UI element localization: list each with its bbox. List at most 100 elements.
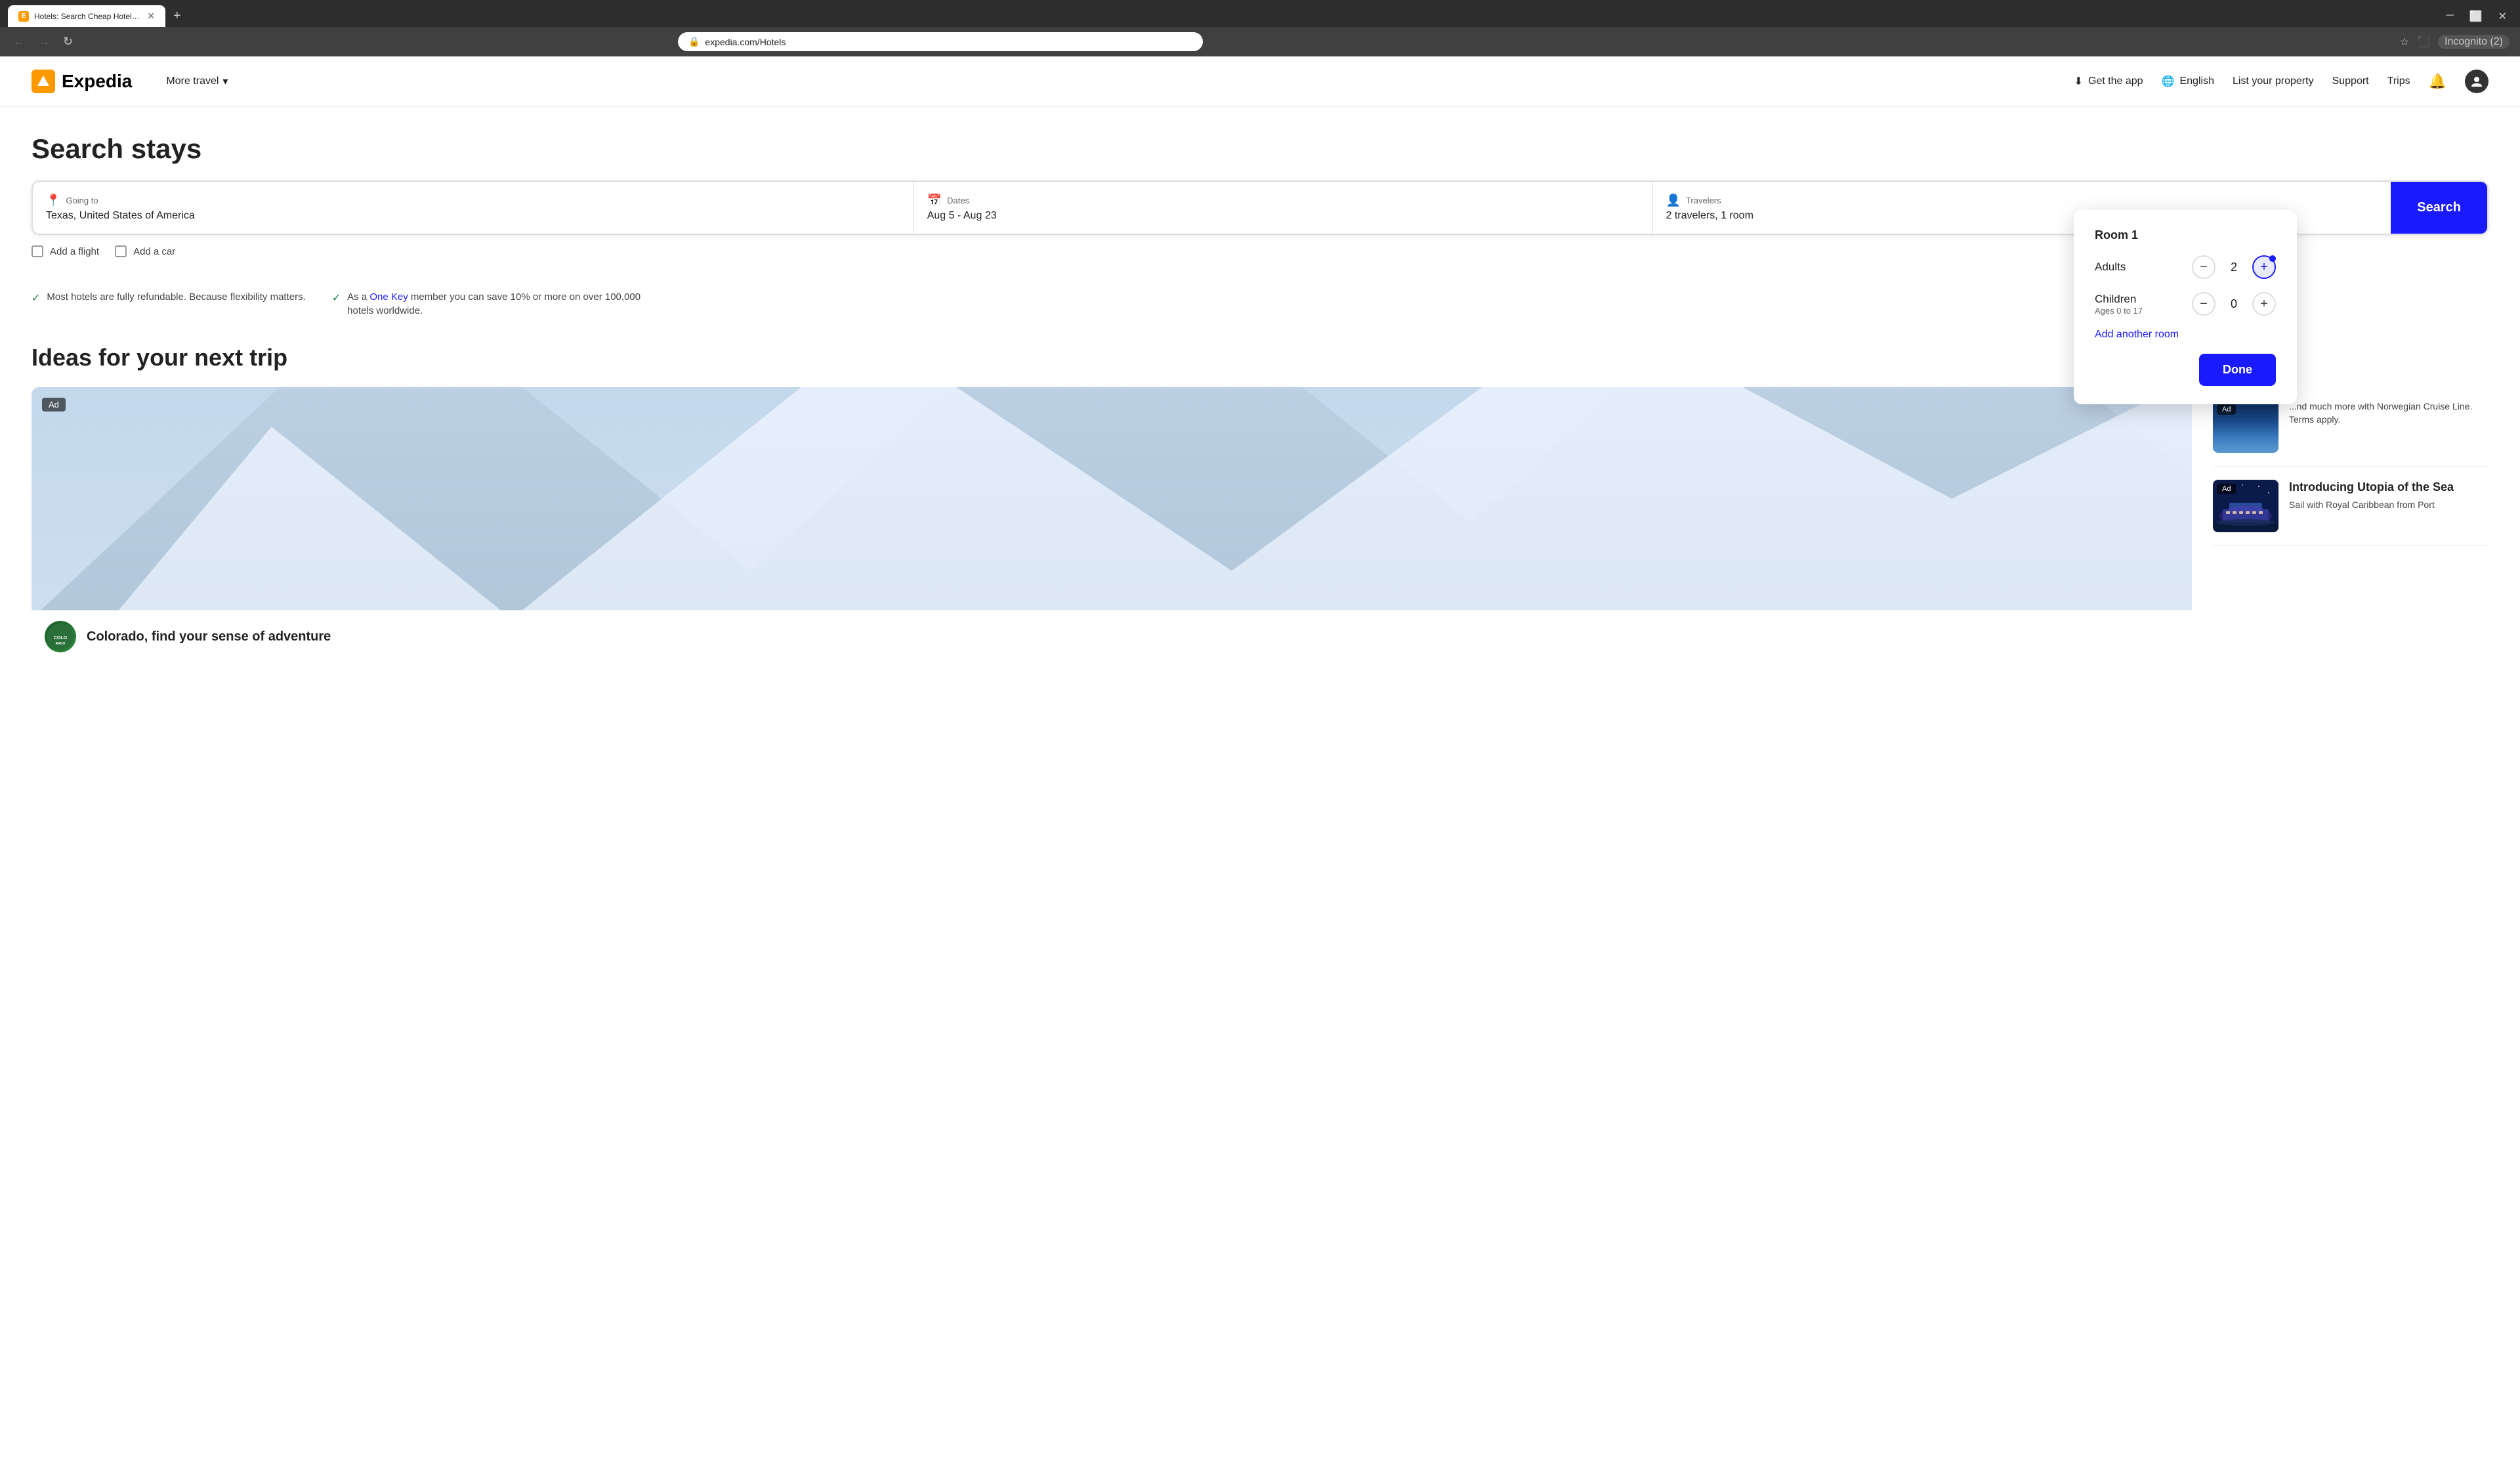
expedia-logo[interactable]: Expedia: [32, 70, 132, 93]
utopia-card-desc: Sail with Royal Caribbean from Port: [2289, 499, 2488, 512]
destination-label: 📍 Going to: [46, 194, 900, 207]
travelers-label: 👤 Travelers: [1666, 194, 2378, 207]
site-header: Expedia More travel ▾ ⬇ Get the app 🌐 En…: [0, 56, 2520, 107]
tab-title: Hotels: Search Cheap Hotels, ...: [34, 12, 142, 21]
search-button[interactable]: Search: [2391, 182, 2487, 234]
address-text: expedia.com/Hotels: [705, 37, 786, 47]
dates-label: 📅 Dates: [927, 194, 1639, 207]
destination-value: Texas, United States of America: [46, 210, 900, 222]
language-label: English: [2179, 75, 2214, 87]
browser-actions: ☆ ⬛ Incognito (2): [2400, 35, 2510, 49]
add-another-room-link[interactable]: Add another room: [2095, 329, 2276, 341]
close-window-button[interactable]: ✕: [2493, 7, 2512, 26]
browser-tab-active[interactable]: E Hotels: Search Cheap Hotels, ... ✕: [8, 5, 165, 27]
get-app-label: Get the app: [2088, 75, 2143, 87]
lock-icon: 🔒: [688, 36, 700, 47]
get-app-button[interactable]: ⬇ Get the app: [2074, 75, 2143, 88]
trips-link[interactable]: Trips: [2387, 75, 2410, 87]
user-avatar[interactable]: [2465, 70, 2488, 93]
logo-text: Expedia: [62, 71, 132, 92]
add-flight-label: Add a flight: [50, 246, 99, 257]
list-property-link[interactable]: List your property: [2233, 75, 2314, 87]
refresh-button[interactable]: ↻: [60, 32, 75, 51]
tab-close-button[interactable]: ✕: [147, 11, 155, 22]
minimize-button[interactable]: ─: [2441, 7, 2458, 26]
children-counter-row: Children Ages 0 to 17 − 0 +: [2095, 292, 2276, 316]
norwegian-card-content: ...nd much more with Norwegian Cruise Li…: [2289, 400, 2488, 426]
svg-text:RADO: RADO: [56, 642, 66, 646]
travelers-dropdown: Room 1 Adults − 2 + Children Ages 0 to 1…: [2074, 210, 2297, 404]
tab-favicon: E: [18, 11, 29, 22]
back-button[interactable]: ←: [10, 32, 28, 51]
add-car-checkbox[interactable]: Add a car: [115, 245, 175, 257]
adults-label: Adults: [2095, 261, 2126, 274]
support-link[interactable]: Support: [2332, 75, 2369, 87]
location-pin-icon: 📍: [46, 194, 60, 207]
children-value: 0: [2226, 297, 2242, 311]
dates-field[interactable]: 📅 Dates Aug 5 - Aug 23: [914, 182, 1653, 234]
adults-decrement-button[interactable]: −: [2192, 255, 2216, 279]
globe-icon: 🌐: [2162, 75, 2175, 88]
browser-address-bar: ← → ↻ 🔒 expedia.com/Hotels ☆ ⬛ Incognito…: [0, 27, 2520, 56]
benefit-refundable-text: Most hotels are fully refundable. Becaus…: [47, 290, 305, 304]
browser-chrome: E Hotels: Search Cheap Hotels, ... ✕ + ─…: [0, 0, 2520, 56]
ad-badge-main: Ad: [42, 398, 66, 411]
utopia-card-content: Introducing Utopia of the Sea Sail with …: [2289, 480, 2488, 512]
benefit-one-key: ✓ As a One Key member you can save 10% o…: [332, 290, 660, 318]
content-grid: Ad: [32, 387, 2488, 663]
notifications-bell-icon[interactable]: 🔔: [2429, 73, 2446, 90]
colorado-logo: COLO RADO: [45, 621, 76, 652]
utopia-card-title: Introducing Utopia of the Sea: [2289, 480, 2488, 495]
window-controls: ─ ⬜ ✕: [2441, 7, 2512, 26]
more-travel-label: More travel: [166, 75, 219, 87]
children-decrement-button[interactable]: −: [2192, 292, 2216, 316]
browser-tab-bar: E Hotels: Search Cheap Hotels, ... ✕ + ─…: [0, 0, 2520, 27]
ad-card-caption: COLO RADO Colorado, find your sense of a…: [32, 610, 2192, 663]
adults-value: 2: [2226, 261, 2242, 274]
forward-button[interactable]: →: [35, 32, 52, 51]
search-title: Search stays: [32, 133, 2488, 165]
children-counter-controls: − 0 +: [2192, 292, 2276, 316]
new-tab-button[interactable]: +: [168, 6, 186, 26]
adults-increment-button[interactable]: +: [2252, 255, 2276, 279]
logo-icon: [32, 70, 55, 93]
chevron-down-icon: ▾: [222, 75, 228, 88]
add-car-label: Add a car: [133, 246, 175, 257]
utopia-ad-badge: Ad: [2217, 484, 2236, 494]
norwegian-card-desc: ...nd much more with Norwegian Cruise Li…: [2289, 400, 2488, 426]
add-flight-checkbox-box[interactable]: [32, 245, 43, 257]
download-icon: ⬇: [2074, 75, 2083, 88]
more-travel-button[interactable]: More travel ▾: [158, 70, 236, 93]
incognito-badge[interactable]: Incognito (2): [2438, 35, 2510, 49]
trips-label: Trips: [2387, 75, 2410, 87]
adults-counter-controls: − 2 +: [2192, 255, 2276, 279]
one-key-link[interactable]: One Key: [369, 291, 408, 303]
main-ad-image: [32, 387, 2192, 610]
utopia-side-card[interactable]: Ad Introducing Utopia of the Sea Sail wi…: [2213, 467, 2488, 546]
norwegian-card-image: Ad: [2213, 400, 2278, 453]
support-label: Support: [2332, 75, 2369, 87]
right-cards: Ad ...nd much more with Norwegian Cruise…: [2213, 387, 2488, 663]
restore-button[interactable]: ⬜: [2464, 7, 2488, 26]
calendar-icon: 📅: [927, 194, 942, 207]
done-button[interactable]: Done: [2199, 354, 2276, 386]
split-view-icon[interactable]: ⬛: [2417, 35, 2430, 49]
page-content: Expedia More travel ▾ ⬇ Get the app 🌐 En…: [0, 56, 2520, 1474]
list-property-label: List your property: [2233, 75, 2314, 87]
utopia-card-image: Ad: [2213, 480, 2278, 532]
ad-card-caption-text: Colorado, find your sense of adventure: [87, 629, 331, 644]
svg-text:COLO: COLO: [54, 636, 68, 641]
address-bar-input[interactable]: 🔒 expedia.com/Hotels: [678, 32, 1203, 51]
language-button[interactable]: 🌐 English: [2162, 75, 2214, 88]
children-label: Children Ages 0 to 17: [2095, 293, 2143, 316]
add-flight-checkbox[interactable]: Add a flight: [32, 245, 99, 257]
check-icon-2: ✓: [332, 291, 341, 306]
add-car-checkbox-box[interactable]: [115, 245, 127, 257]
check-icon: ✓: [32, 291, 40, 306]
children-increment-button[interactable]: +: [2252, 292, 2276, 316]
header-right: ⬇ Get the app 🌐 English List your proper…: [2074, 70, 2488, 93]
person-icon: 👤: [1666, 194, 1681, 207]
main-ad-card[interactable]: Ad: [32, 387, 2192, 663]
destination-field[interactable]: 📍 Going to Texas, United States of Ameri…: [33, 182, 914, 234]
bookmark-icon[interactable]: ☆: [2400, 35, 2409, 49]
